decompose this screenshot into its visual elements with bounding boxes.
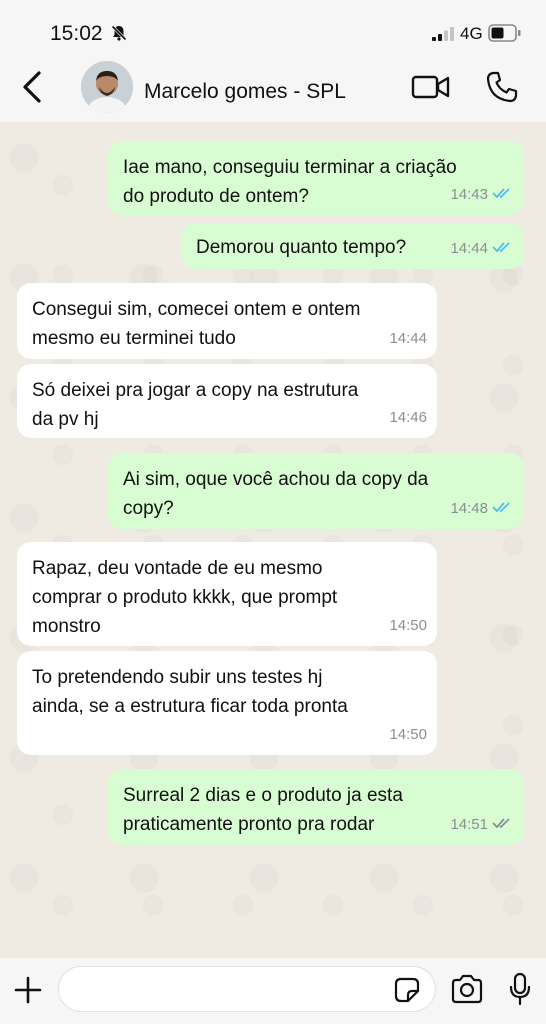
chat-header: Marcelo gomes - SPL: [0, 60, 546, 122]
message-composer: [0, 958, 546, 1024]
message-outgoing[interactable]: Surreal 2 dias e o produto ja esta prati…: [108, 769, 524, 845]
message-outgoing[interactable]: Ai sim, oque você achou da copy da copy?…: [108, 453, 524, 529]
message-incoming[interactable]: Consegui sim, comecei ontem e ontem mesm…: [17, 283, 437, 359]
message-incoming[interactable]: To pretendendo subir uns testes hj ainda…: [17, 651, 437, 755]
message-time: 14:44: [389, 330, 427, 347]
contact-name[interactable]: Marcelo gomes - SPL: [144, 80, 346, 104]
bell-muted-icon: [110, 24, 128, 47]
message-time: 14:48: [450, 500, 488, 517]
network-label: 4G: [460, 24, 483, 43]
message-outgoing[interactable]: Demorou quanto tempo? 14:44: [181, 223, 524, 269]
message-text: Consegui sim, comecei ontem e ontem mesm…: [32, 299, 361, 349]
video-call-icon[interactable]: [411, 73, 451, 106]
message-meta: 14:50: [389, 720, 427, 749]
message-time: 14:50: [389, 617, 427, 634]
message-meta: 14:46: [389, 403, 427, 432]
message-meta: 14:44: [450, 234, 514, 263]
message-meta: 14:48: [450, 494, 514, 523]
message-time: 14:46: [389, 409, 427, 426]
avatar[interactable]: [81, 61, 133, 113]
double-check-read-icon: [492, 180, 514, 209]
double-check-read-icon: [492, 494, 514, 523]
chat-messages: Iae mano, conseguiu terminar a criação d…: [0, 122, 546, 958]
double-check-delivered-icon: [492, 810, 514, 839]
camera-icon[interactable]: [450, 974, 484, 1009]
message-input[interactable]: [58, 966, 436, 1012]
message-text: Rapaz, deu vontade de eu mesmo comprar o…: [32, 558, 338, 637]
back-chevron-icon[interactable]: [20, 70, 44, 109]
message-meta: 14:44: [389, 324, 427, 353]
message-outgoing[interactable]: Iae mano, conseguiu terminar a criação d…: [108, 141, 524, 215]
sticker-icon[interactable]: [393, 976, 421, 1009]
double-check-read-icon: [492, 234, 514, 263]
battery-icon: [488, 24, 522, 47]
message-meta: 14:50: [389, 611, 427, 640]
message-text: Só deixei pra jogar a copy na estrutura …: [32, 380, 359, 430]
phone-icon[interactable]: [485, 70, 519, 109]
microphone-icon[interactable]: [508, 972, 532, 1011]
message-time: 14:43: [450, 186, 488, 203]
plus-icon[interactable]: [12, 974, 44, 1011]
message-incoming[interactable]: Só deixei pra jogar a copy na estrutura …: [17, 364, 437, 438]
status-time: 15:02: [50, 22, 103, 45]
message-text: To pretendendo subir uns testes hj ainda…: [32, 667, 348, 717]
signal-icon: [432, 27, 456, 46]
message-meta: 14:51: [450, 810, 514, 839]
status-bar: 15:02 4G: [0, 0, 546, 60]
message-time: 14:44: [450, 240, 488, 257]
message-meta: 14:43: [450, 180, 514, 209]
message-time: 14:50: [389, 726, 427, 743]
message-time: 14:51: [450, 816, 488, 833]
message-incoming[interactable]: Rapaz, deu vontade de eu mesmo comprar o…: [17, 542, 437, 646]
